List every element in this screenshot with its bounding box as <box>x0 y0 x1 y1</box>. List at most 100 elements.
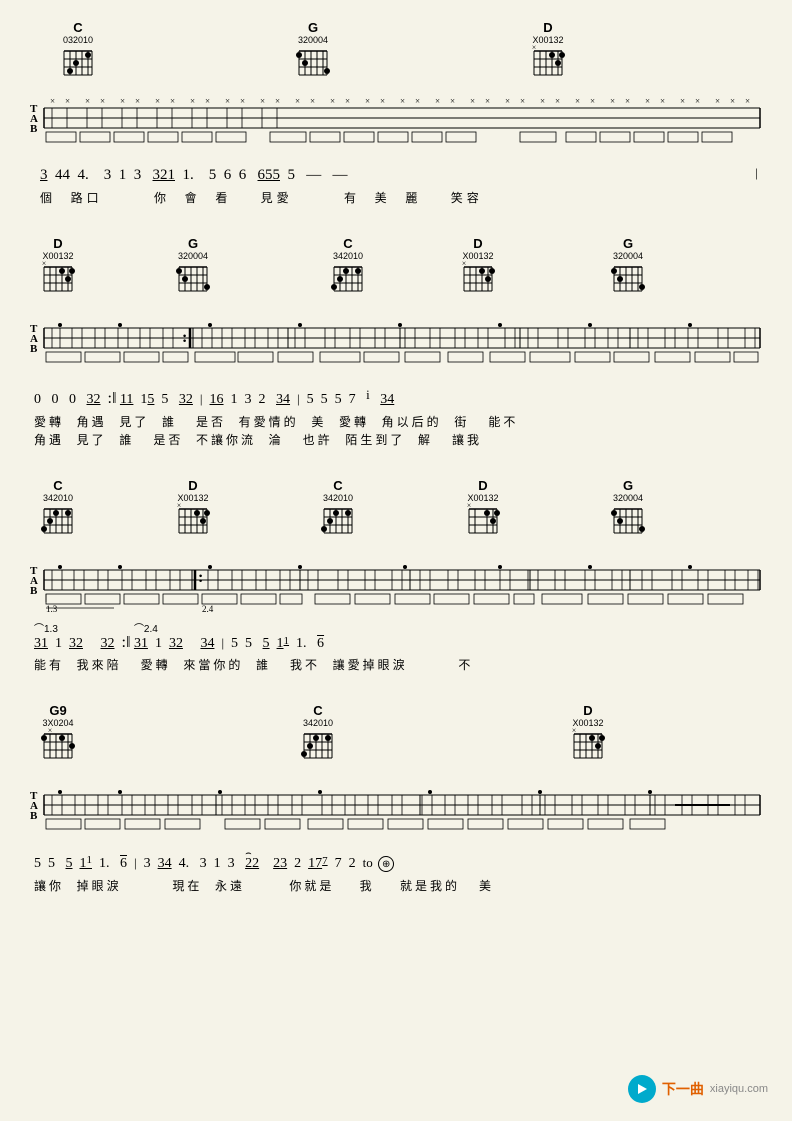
svg-text:×: × <box>120 96 125 106</box>
chord-C-4: C 342010 <box>300 703 336 762</box>
svg-text:×: × <box>400 96 405 106</box>
svg-text:×: × <box>505 96 510 106</box>
numbers-row-3: ⌒1.3 31 1 32 32 :‖ ⌒2.4 31 1 32 34 | 5 5… <box>34 630 762 656</box>
svg-text:×: × <box>65 96 70 106</box>
section-3: C 342010 <box>30 478 762 674</box>
tab-staff-4: T A B <box>30 777 762 845</box>
page: C 032010 <box>0 0 792 1121</box>
chord-G-2: G 320004 <box>175 236 211 295</box>
chord-G-1: G 320004 <box>295 20 331 79</box>
svg-text:×: × <box>555 96 560 106</box>
svg-text:×: × <box>275 96 280 106</box>
svg-text:×: × <box>330 96 335 106</box>
svg-text:×: × <box>177 503 182 510</box>
chord-name-G: G <box>308 20 318 35</box>
tab-staff-3: T A B <box>30 552 762 622</box>
lyrics-row-2a: 愛轉 角遇 見了 誰 是否 有愛情的 美 愛轉 角以后的 街 能不 <box>34 413 762 430</box>
chord-G-3: G 320004 <box>610 478 646 537</box>
svg-text::: : <box>182 329 187 346</box>
chord-diagram-G <box>295 45 331 79</box>
lyrics-row-4: 讓你 掉眼淚 現在 永遠 你就是 我 就是我的 美 <box>34 877 762 894</box>
watermark-url: xiayiqu.com <box>710 1083 768 1095</box>
svg-text::: : <box>198 569 203 586</box>
svg-text:×: × <box>85 96 90 106</box>
chord-D-3: D X00132 × <box>175 478 211 537</box>
svg-text:×: × <box>470 96 475 106</box>
tab-staff-2: T A B <box>30 310 762 378</box>
numbers-row-4: 5 5 5 11 1. 6 | 3 34 4. 3 1 3 ⌢ 22 23 2 … <box>34 853 762 875</box>
lyrics-row-1: 個 路口 你 會 看 見愛 有 美 麗 笑容 <box>40 189 762 206</box>
svg-text:×: × <box>467 503 472 510</box>
svg-text:×: × <box>48 728 53 735</box>
chord-C-3: C 342010 <box>40 478 76 537</box>
svg-text:×: × <box>462 261 467 268</box>
svg-text:×: × <box>572 728 577 735</box>
svg-text:×: × <box>590 96 595 106</box>
svg-text:×: × <box>715 96 720 106</box>
chord-diagram-D: × <box>530 45 566 79</box>
chord-diagram-C <box>60 45 96 79</box>
section-4: G9 3X0204 × <box>30 703 762 893</box>
svg-text:×: × <box>380 96 385 106</box>
svg-text:×: × <box>100 96 105 106</box>
svg-text:×: × <box>42 261 47 268</box>
svg-text:×: × <box>520 96 525 106</box>
svg-text:B: B <box>30 343 38 355</box>
svg-text:×: × <box>310 96 315 106</box>
svg-text:B: B <box>30 585 38 597</box>
svg-text:×: × <box>260 96 265 106</box>
to-coda-circle: ⊕ <box>378 856 394 872</box>
svg-text:×: × <box>190 96 195 106</box>
section-1: C 032010 <box>30 20 762 206</box>
svg-text:×: × <box>485 96 490 106</box>
play-button[interactable] <box>628 1075 656 1103</box>
svg-text:×: × <box>625 96 630 106</box>
chord-name-C: C <box>73 20 82 35</box>
svg-text:×: × <box>50 96 55 106</box>
section-2: D X00132 × <box>30 236 762 448</box>
chord-D-1: D X00132 × <box>530 20 566 79</box>
chord-name-D: D <box>543 20 552 35</box>
svg-text:×: × <box>155 96 160 106</box>
svg-text:×: × <box>645 96 650 106</box>
chord-D-2: D X00132 × <box>40 236 76 295</box>
svg-text:×: × <box>435 96 440 106</box>
svg-text:×: × <box>205 96 210 106</box>
svg-text:B: B <box>30 810 38 822</box>
svg-text:×: × <box>575 96 580 106</box>
svg-text:×: × <box>540 96 545 106</box>
numbers-row-1: 3 44 4. 3 1 3 321 1. 5 6 6 655 5 — — | <box>40 163 762 187</box>
chord-G9-4: G9 3X0204 × <box>40 703 76 762</box>
svg-text:1.3: 1.3 <box>46 604 58 614</box>
svg-text:×: × <box>295 96 300 106</box>
svg-text:×: × <box>610 96 615 106</box>
next-song-label[interactable]: 下一曲 <box>662 1079 704 1099</box>
svg-text:×: × <box>345 96 350 106</box>
watermark[interactable]: 下一曲 xiayiqu.com <box>628 1075 768 1103</box>
numbers-row-2: 0 0 0 32 :‖ 11 15 5 32 | 16 1 3 2 34 | 5… <box>34 386 762 412</box>
svg-text:×: × <box>695 96 700 106</box>
svg-text:B: B <box>30 123 38 135</box>
lyrics-row-3: 能有 我來陪 愛轉 來當你的 誰 我不 讓愛掉眼淚 不 <box>34 656 762 673</box>
lyrics-row-2b: 角遇 見了 誰 是否 不讓你流 淪 也許 陌生到了 解 讓我 <box>34 431 762 448</box>
chord-D-3b: D X00132 × <box>465 478 501 537</box>
chord-C-3b: C 342010 <box>320 478 356 537</box>
chord-G-2b: G 320004 <box>610 236 646 295</box>
chord-C-2: C 342010 <box>330 236 366 295</box>
svg-text:×: × <box>135 96 140 106</box>
svg-text:×: × <box>170 96 175 106</box>
chord-D-4: D X00132 × <box>570 703 606 762</box>
svg-text:×: × <box>532 45 537 52</box>
svg-text:×: × <box>240 96 245 106</box>
svg-text:×: × <box>680 96 685 106</box>
tab-staff-1: T A B ×× ×× ×× ×× ×× ×× ×× ×× ×× <box>30 94 762 154</box>
svg-text:×: × <box>365 96 370 106</box>
svg-text:×: × <box>660 96 665 106</box>
svg-text:×: × <box>450 96 455 106</box>
svg-text:×: × <box>415 96 420 106</box>
svg-text:×: × <box>225 96 230 106</box>
chord-C-1: C 032010 <box>60 20 96 79</box>
svg-text:2.4: 2.4 <box>202 604 214 614</box>
chord-D-2b: D X00132 × <box>460 236 496 295</box>
svg-text:×: × <box>730 96 735 106</box>
